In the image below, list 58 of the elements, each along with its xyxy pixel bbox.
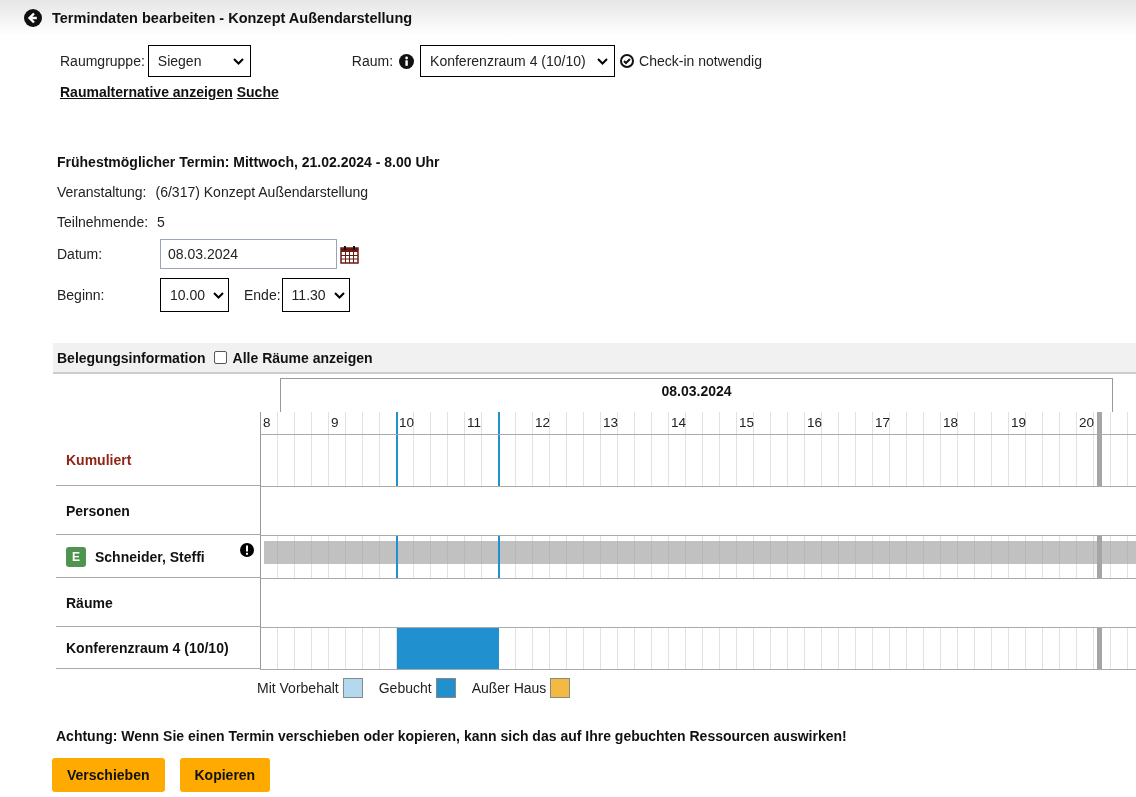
- back-icon[interactable]: [24, 9, 42, 27]
- show-all-checkbox[interactable]: [213, 351, 227, 364]
- info-icon[interactable]: [399, 53, 415, 69]
- caret-icon: [333, 291, 345, 299]
- action-button[interactable]: Kopieren: [179, 758, 271, 792]
- detail-value: (6/317) Konzept Außendarstellung: [155, 184, 368, 200]
- person-name[interactable]: Schneider, Steffi: [95, 548, 205, 565]
- room-select[interactable]: Konferenzraum 4 (10/10): [420, 45, 616, 77]
- calendar-icon[interactable]: [340, 244, 359, 264]
- end-select[interactable]: 11.30: [281, 278, 350, 312]
- checkbox-label[interactable]: Alle Räume anzeigen: [232, 349, 373, 366]
- hour-label: 9: [331, 415, 339, 430]
- hour-label: 18: [943, 415, 959, 430]
- hour-label: 15: [739, 415, 755, 430]
- caret-icon: [597, 57, 609, 65]
- warning-text: Achtung: Wenn Sie einen Termin verschieben oder kopieren, kann sich das auf Ihre gebuchten Ressourcen auswirken!: [56, 728, 848, 744]
- link[interactable]: Suche: [236, 84, 279, 100]
- role-badge: E: [66, 546, 86, 567]
- room-label: Raum:: [351, 53, 394, 69]
- check-in-note: Check-in notwendig: [639, 53, 763, 69]
- hour-label: 17: [875, 415, 891, 430]
- hour-label: 8: [263, 415, 271, 430]
- legend-label: Gebucht: [378, 680, 432, 696]
- section-label: Räume: [66, 594, 113, 611]
- begin-label: Beginn:: [57, 287, 106, 303]
- date-field[interactable]: 08.03.2024: [160, 239, 337, 269]
- row-label: Kumuliert: [66, 452, 132, 468]
- hour-label: 10: [399, 415, 415, 430]
- check-circle-icon: [620, 54, 635, 68]
- room-name[interactable]: Konferenzraum 4 (10/10): [66, 640, 229, 656]
- date-label: Datum:: [57, 246, 104, 262]
- detail-label: Veranstaltung:: [57, 184, 147, 200]
- legend-label: Außer Haus: [471, 680, 547, 696]
- earliest-date: Frühestmöglicher Termin: Mittwoch, 21.02.2024 - 8.00 Uhr: [57, 154, 441, 170]
- section-title: Belegungsinformation: [57, 349, 206, 366]
- hour-label: 11: [467, 415, 481, 430]
- begin-select[interactable]: 10.00: [160, 278, 229, 312]
- page-title: Termindaten bearbeiten - Konzept Außendarstellung: [52, 10, 413, 26]
- room-group-label: Raumgruppe:: [60, 53, 145, 69]
- caret-icon: [232, 57, 244, 65]
- link[interactable]: Raumalternative anzeigen: [60, 84, 233, 100]
- hour-label: 16: [807, 415, 823, 430]
- detail-label: Teilnehmende:: [57, 214, 149, 230]
- hour-label: 20: [1079, 415, 1095, 430]
- legend-label: Mit Vorbehalt: [257, 680, 339, 696]
- hour-label: 13: [603, 415, 619, 430]
- end-label: Ende:: [244, 287, 281, 303]
- room-group-select[interactable]: Siegen: [147, 45, 251, 77]
- action-button[interactable]: Verschieben: [52, 758, 165, 792]
- caret-icon: [213, 291, 225, 299]
- hour-label: 19: [1011, 415, 1027, 430]
- section-label: Personen: [66, 502, 130, 519]
- time-marker-line: [396, 536, 398, 578]
- hour-label: 14: [671, 415, 687, 430]
- hour-label: 12: [535, 415, 551, 430]
- time-marker-line: [498, 536, 500, 578]
- detail-value: 5: [157, 214, 165, 230]
- day-header: 08.03.2024: [280, 378, 1113, 412]
